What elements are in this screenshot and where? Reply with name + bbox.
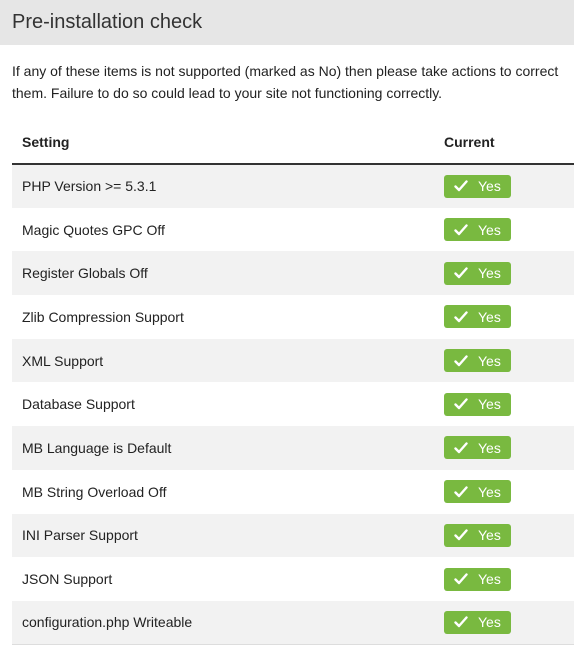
checkmark-icon bbox=[454, 311, 478, 323]
status-badge: Yes bbox=[444, 218, 511, 242]
intro-line-1: If any of these items is not supported (… bbox=[12, 63, 559, 79]
setting-name: JSON Support bbox=[22, 571, 113, 588]
setting-status-cell: Yes bbox=[432, 514, 574, 558]
checkmark-icon bbox=[454, 442, 478, 454]
status-label: Yes bbox=[478, 265, 501, 282]
status-label: Yes bbox=[478, 614, 501, 631]
status-badge: Yes bbox=[444, 349, 511, 373]
checkmark-icon bbox=[454, 485, 478, 498]
setting-status-cell: Yes bbox=[432, 251, 574, 295]
intro-line-2: them. Failure to do so could lead to you… bbox=[12, 85, 443, 101]
table-row: PHP Version >= 5.3.1 Yes bbox=[12, 164, 574, 208]
checkmark-icon bbox=[454, 616, 478, 628]
table-row: Register Globals Off Yes bbox=[12, 251, 574, 296]
table-row: MB String Overload Off Yes bbox=[12, 469, 574, 514]
setting-name: Database Support bbox=[22, 396, 135, 413]
pre-installation-table: Setting Current PHP Version >= 5.3.1 Yes M… bbox=[12, 121, 574, 645]
status-label: Yes bbox=[478, 352, 501, 369]
table-row: JSON Support Yes bbox=[12, 557, 574, 601]
status-label: Yes bbox=[478, 221, 501, 238]
status-label: Yes bbox=[478, 308, 501, 325]
table-row: configuration.php Writeable Yes bbox=[12, 600, 574, 645]
status-badge: Yes bbox=[444, 261, 511, 285]
setting-status-cell: Yes bbox=[432, 557, 574, 601]
column-header-setting: Setting bbox=[12, 121, 432, 165]
checkmark-icon bbox=[454, 354, 478, 367]
status-badge: Yes bbox=[444, 436, 511, 460]
setting-status-cell: Yes bbox=[432, 339, 574, 383]
column-header-current: Current bbox=[432, 121, 574, 165]
setting-name: PHP Version >= 5.3.1 bbox=[22, 178, 157, 195]
setting-name: Register Globals Off bbox=[22, 265, 148, 282]
setting-status-cell: Yes bbox=[432, 382, 574, 426]
setting-status-cell: Yes bbox=[432, 426, 574, 470]
status-label: Yes bbox=[478, 396, 501, 413]
setting-status-cell: Yes bbox=[432, 470, 574, 514]
table-row: MB Language is Default Yes bbox=[12, 426, 574, 470]
status-label: Yes bbox=[478, 178, 501, 195]
setting-name: INI Parser Support bbox=[22, 527, 138, 544]
setting-status-cell: Yes bbox=[432, 601, 574, 645]
setting-status-cell: Yes bbox=[432, 208, 574, 252]
page-title: Pre-installation check bbox=[12, 11, 203, 33]
setting-name: Magic Quotes GPC Off bbox=[22, 221, 165, 238]
checkmark-icon bbox=[454, 223, 478, 236]
status-label: Yes bbox=[478, 439, 501, 456]
status-label: Yes bbox=[478, 571, 501, 588]
status-badge: Yes bbox=[444, 174, 511, 198]
setting-name: Zlib Compression Support bbox=[22, 308, 184, 325]
setting-status-cell: Yes bbox=[432, 295, 574, 339]
checkmark-icon bbox=[454, 573, 478, 585]
intro-text: If any of these items is not supported (… bbox=[12, 60, 574, 104]
status-badge: Yes bbox=[444, 523, 511, 547]
setting-name: MB Language is Default bbox=[22, 439, 172, 456]
setting-name: MB String Overload Off bbox=[22, 483, 167, 500]
table-row: Zlib Compression Support Yes bbox=[12, 295, 574, 339]
setting-status-cell: Yes bbox=[432, 164, 574, 208]
setting-name: XML Support bbox=[22, 352, 104, 369]
status-label: Yes bbox=[478, 483, 501, 500]
status-badge: Yes bbox=[444, 480, 511, 504]
checkmark-icon bbox=[454, 529, 478, 541]
page-header: Pre-installation check bbox=[0, 0, 574, 45]
checkmark-icon bbox=[454, 180, 478, 192]
table-row: Magic Quotes GPC Off Yes bbox=[12, 207, 574, 252]
table-row: Database Support Yes bbox=[12, 382, 574, 427]
table-row: XML Support Yes bbox=[12, 338, 574, 383]
checkmark-icon bbox=[454, 398, 478, 410]
status-badge: Yes bbox=[444, 567, 511, 591]
status-badge: Yes bbox=[444, 305, 511, 329]
table-row: INI Parser Support Yes bbox=[12, 513, 574, 558]
table-header-row: Setting Current bbox=[12, 121, 574, 165]
checkmark-icon bbox=[454, 267, 478, 279]
status-badge: Yes bbox=[444, 392, 511, 416]
setting-name: configuration.php Writeable bbox=[22, 614, 193, 631]
status-label: Yes bbox=[478, 527, 501, 544]
status-badge: Yes bbox=[444, 610, 511, 634]
